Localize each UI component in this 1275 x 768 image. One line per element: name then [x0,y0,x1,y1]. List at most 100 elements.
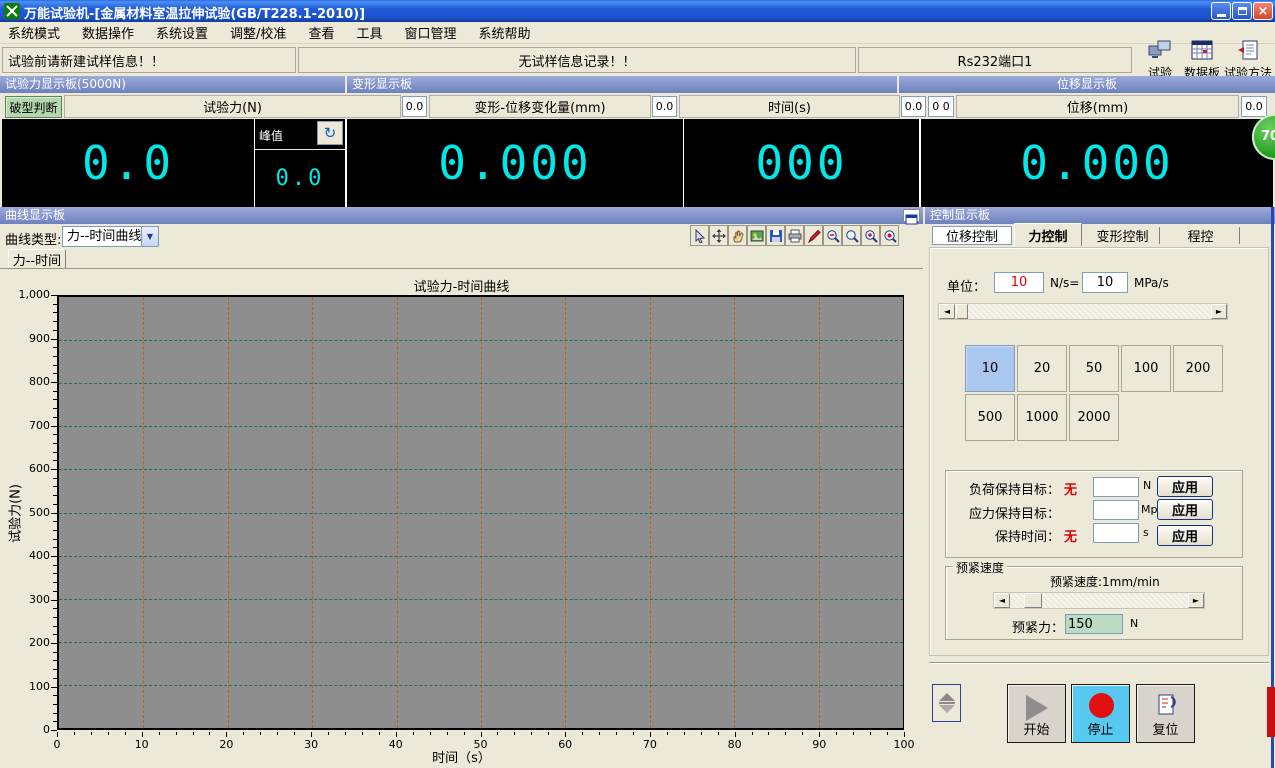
tab-displacement-label: 位移控制 [946,226,998,245]
deform-panel-header: 变形显示板 [347,76,897,93]
chart-area: 试验力-时间曲线 试验力(N) 时间（s） 010203040506070809… [0,269,923,768]
pretension-scroll-thumb[interactable] [1024,593,1042,608]
x-tick-label: 100 [884,738,924,751]
speed-button-200[interactable]: 200 [1173,345,1223,392]
pretension-scroll-left-arrow[interactable]: ◄ [994,593,1010,608]
chevron-down-icon[interactable]: ▼ [141,227,158,246]
save-icon[interactable] [766,225,785,246]
hold-row1-input[interactable] [1093,477,1139,497]
cursor-icon[interactable] [690,225,709,246]
hold-row1-label: 负荷保持目标： [952,479,1060,498]
menu-system-help[interactable]: 系统帮助 [478,23,530,42]
y-minor-tick [53,695,57,696]
rate-value1-input[interactable] [994,272,1044,293]
disp-meter-label: 位移(mm) [1067,97,1128,116]
hold-row2-input[interactable] [1093,500,1139,520]
minimize-button[interactable] [1211,2,1231,20]
jog-button[interactable] [932,684,961,722]
start-button[interactable]: 开始 [1007,684,1066,743]
curve-panel-header: 曲线显示板 [0,207,923,224]
curve-type-dropdown[interactable]: 力--时间曲线 ▼ [62,226,159,247]
disp-aux-value: 0 0 [928,96,954,117]
pretension-scrollbar[interactable]: ◄ ► [993,592,1205,609]
zoom-reset-icon[interactable] [880,225,899,246]
zoom-in-icon[interactable] [861,225,880,246]
speed-button-10[interactable]: 10 [965,345,1015,392]
x-minor-tick [684,732,685,735]
quick-tool-test[interactable]: 试验 [1142,40,1178,81]
status-cell-record: 无试样信息记录！！ [298,47,856,73]
tab-program-control[interactable]: 程控 [1162,227,1240,244]
speed-button-1000[interactable]: 1000 [1017,394,1067,441]
menu-tools[interactable]: 工具 [356,23,382,42]
stop-record-icon [1089,693,1114,718]
speed-20-label: 20 [1034,361,1051,376]
annotate-pen-icon[interactable] [804,225,823,246]
restore-button[interactable] [1232,2,1252,20]
x-tick-mark [650,732,651,737]
x-tick-label: 50 [461,738,501,751]
scroll-right-arrow[interactable]: ► [1211,304,1227,319]
y-tick-mark [51,513,57,514]
curve-panel-window-button[interactable] [903,209,920,222]
control-panel-header-text: 控制显示板 [930,208,990,222]
print-icon[interactable] [785,225,804,246]
rate-scrollbar[interactable]: ◄ ► [938,303,1228,320]
x-minor-tick [870,732,871,735]
quick-tool-test-method[interactable]: 试验方法 [1224,40,1272,81]
stop-button[interactable]: 停止 [1071,684,1130,743]
break-judge-button[interactable]: 破型判断 [5,96,62,118]
scroll-left-arrow[interactable]: ◄ [939,304,955,319]
scroll-thumb[interactable] [956,304,968,319]
time-meter-value: 0.0 [901,96,926,117]
speed-button-20[interactable]: 20 [1017,345,1067,392]
peak-display-value: 0.0 [276,166,325,191]
menu-window-mgmt[interactable]: 窗口管理 [404,23,456,42]
hold-row2-apply-button[interactable]: 应用 [1157,499,1213,520]
move-icon[interactable] [709,225,728,246]
zoom-out-icon[interactable] [823,225,842,246]
x-tick-label: 30 [291,738,331,751]
export-image-icon[interactable] [747,225,766,246]
pan-hand-icon[interactable] [728,225,747,246]
menu-system-mode[interactable]: 系统模式 [8,23,60,42]
tab-displacement-control[interactable]: 位移控制 [932,226,1012,245]
hold-row1-apply-button[interactable]: 应用 [1157,476,1213,497]
speed-button-100[interactable]: 100 [1121,345,1171,392]
pretension-force-input[interactable] [1065,614,1123,634]
y-minor-tick [53,495,57,496]
tab-force-control[interactable]: 力控制 [1014,223,1082,246]
curve-tab-force-time[interactable]: 力--时间 [8,249,66,269]
hold-row3-input[interactable] [1093,523,1139,543]
speed-button-50[interactable]: 50 [1069,345,1119,392]
tab-deform-control[interactable]: 变形控制 [1086,227,1160,244]
speed-button-2000[interactable]: 2000 [1069,394,1119,441]
force-display: 0.0 [2,119,254,207]
close-button[interactable]: × [1253,2,1273,20]
x-minor-tick [548,732,549,735]
menu-calibration[interactable]: 调整/校准 [230,23,286,42]
quick-tool-data-board[interactable]: 数据板 [1181,40,1223,81]
hold-row3-flag: 无 [1064,526,1077,545]
disp-display-value: 0.000 [1020,136,1173,190]
zoom-icon[interactable] [842,225,861,246]
rate-value2-input[interactable] [1082,272,1128,293]
time-meter-value-text: 0.0 [905,100,923,113]
speed-button-500[interactable]: 500 [965,394,1015,441]
x-minor-tick [447,732,448,735]
peak-refresh-button[interactable]: ↻ [317,121,343,145]
curve-toolbar [690,225,899,246]
disp-panel-header-text: 位移显示板 [1057,77,1117,91]
y-minor-tick [53,417,57,418]
clipped-red-indicator [1267,687,1275,737]
menu-data-ops[interactable]: 数据操作 [82,23,134,42]
menu-view[interactable]: 查看 [308,23,334,42]
x-minor-tick [345,732,346,735]
pretension-scroll-right-arrow[interactable]: ► [1188,593,1204,608]
minimize-icon [1217,14,1226,17]
reset-button[interactable]: 复位 [1136,684,1195,743]
menu-system-setup[interactable]: 系统设置 [156,23,208,42]
pretension-force-label: 预紧力： [1012,617,1064,636]
hold-row3-apply-button[interactable]: 应用 [1157,525,1213,546]
x-minor-tick [785,732,786,735]
